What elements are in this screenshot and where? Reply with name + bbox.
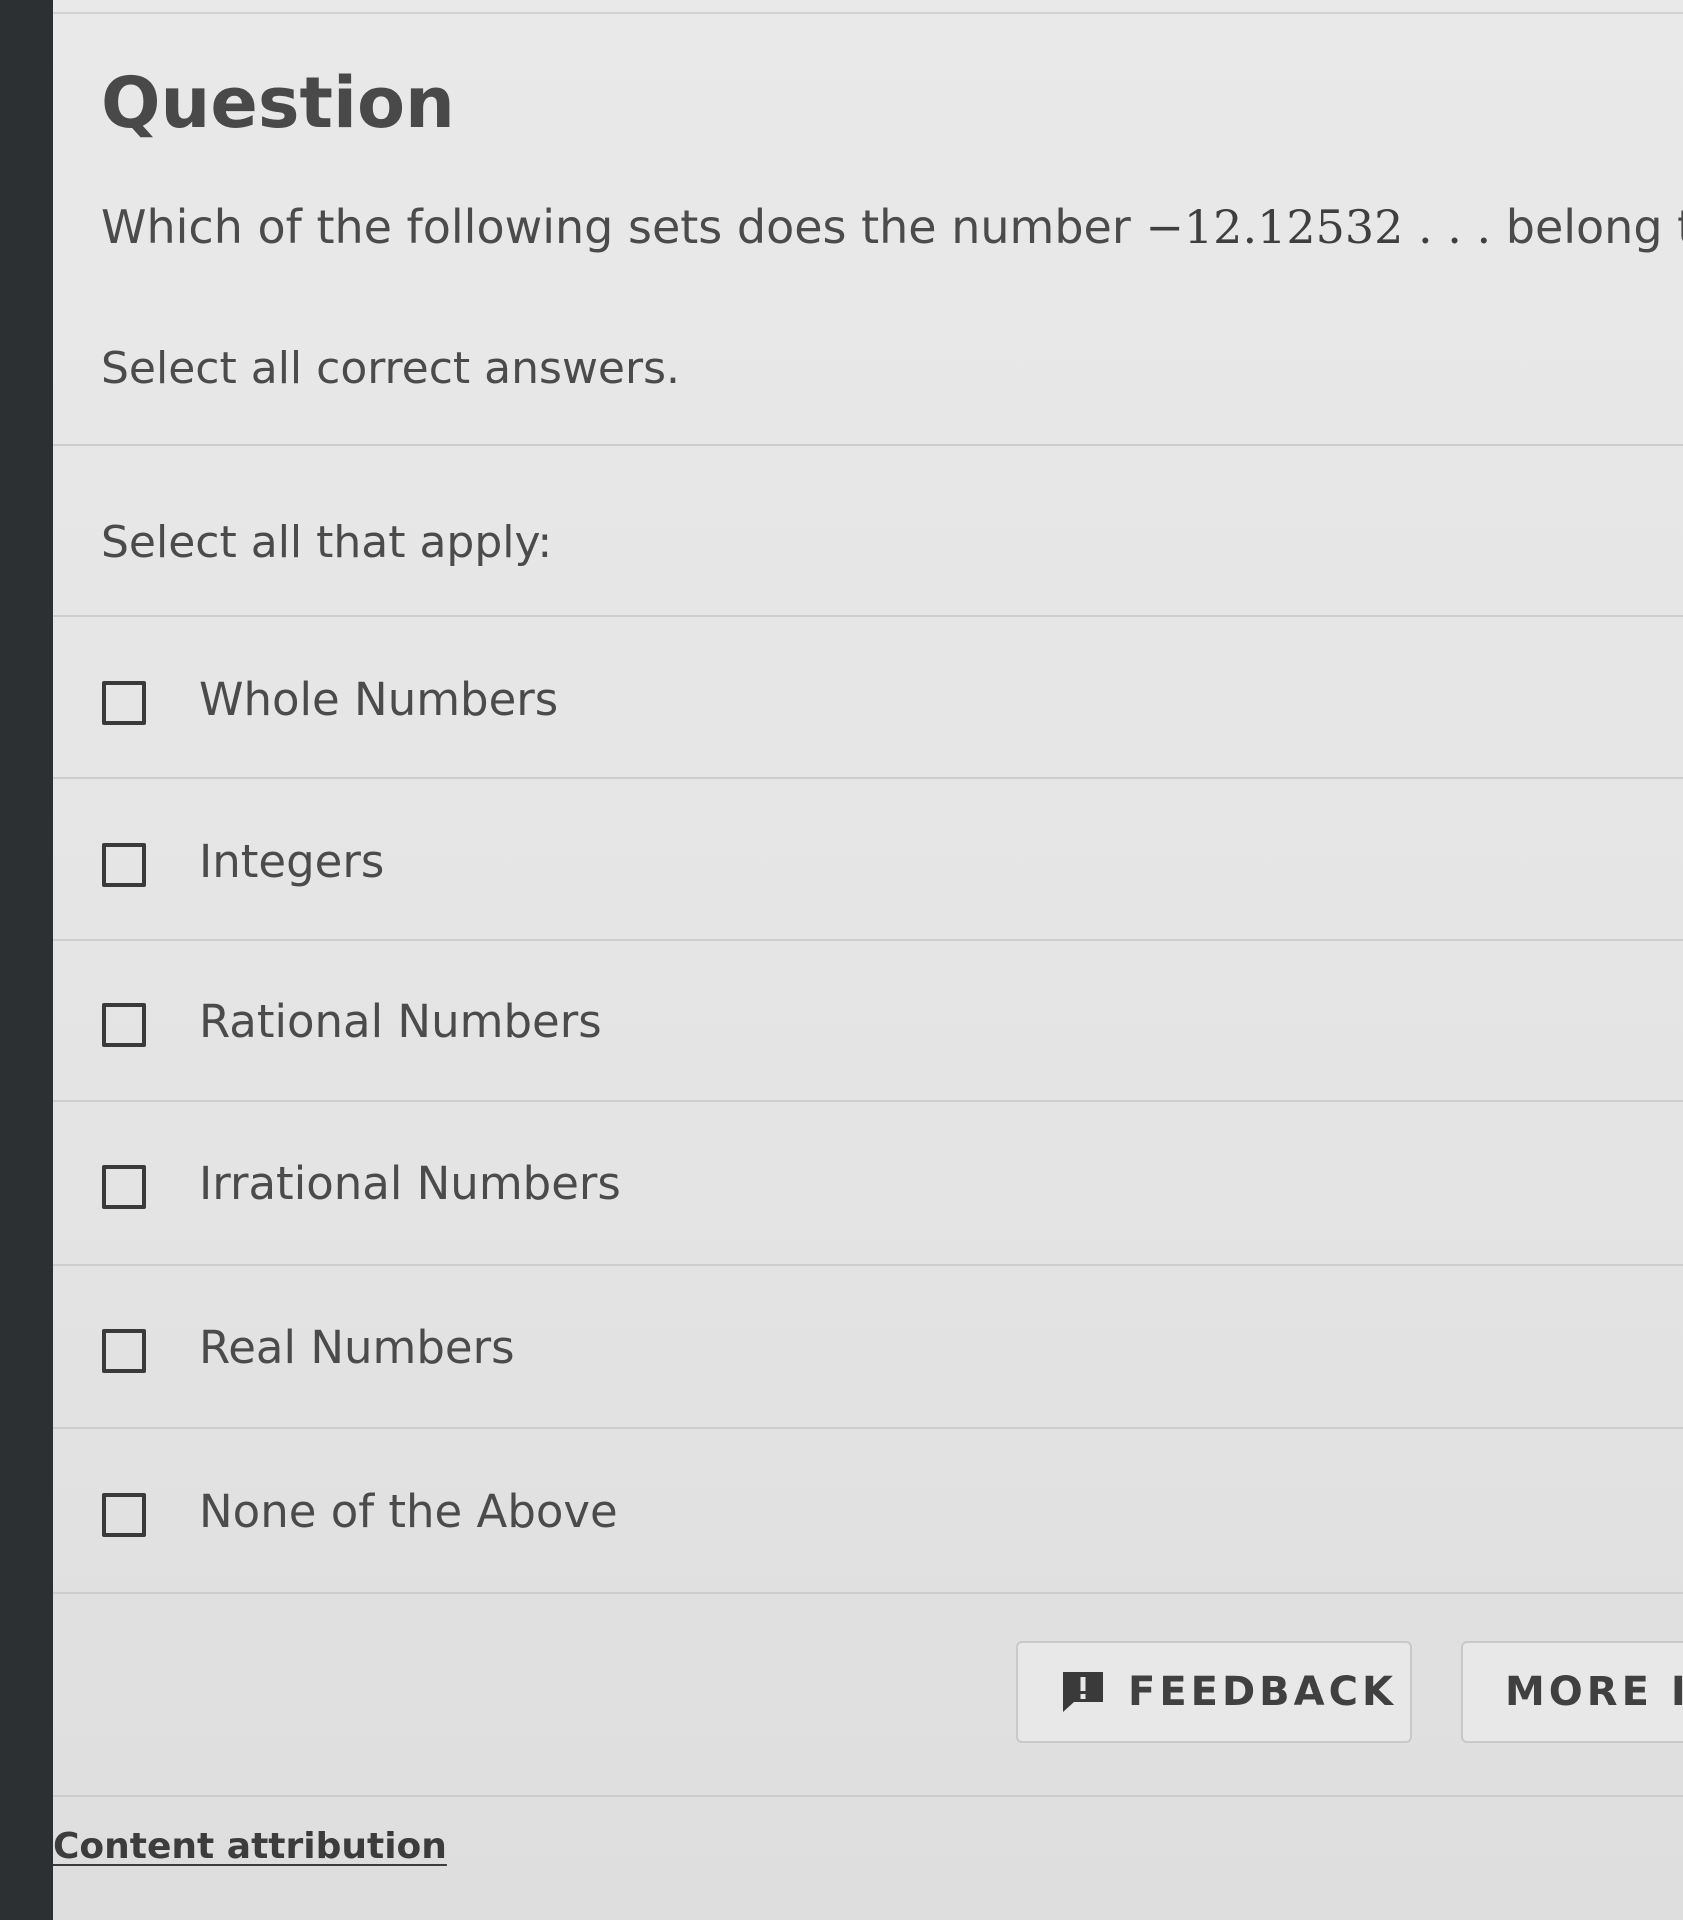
checkbox[interactable] (102, 1329, 146, 1373)
option-whole-numbers[interactable]: Whole Numbers (53, 621, 1683, 781)
divider (53, 1100, 1683, 1102)
checkbox[interactable] (102, 681, 146, 725)
option-label: None of the Above (199, 1485, 618, 1538)
divider (53, 777, 1683, 779)
option-label: Irrational Numbers (199, 1157, 621, 1210)
divider (53, 615, 1683, 617)
option-label: Whole Numbers (199, 673, 559, 726)
top-divider (53, 12, 1683, 14)
prompt-text-after: belong to? (1505, 200, 1683, 254)
option-irrational-numbers[interactable]: Irrational Numbers (53, 1105, 1683, 1265)
prompt-number: −12.12532 . . . (1145, 200, 1492, 254)
option-integers[interactable]: Integers (53, 783, 1683, 943)
checkbox[interactable] (102, 1493, 146, 1537)
select-all-label: Select all that apply: (101, 517, 553, 568)
more-button-label: MORE IN (1505, 1669, 1683, 1715)
option-rational-numbers[interactable]: Rational Numbers (53, 943, 1683, 1103)
option-real-numbers[interactable]: Real Numbers (53, 1269, 1683, 1429)
checkbox[interactable] (102, 843, 146, 887)
divider (53, 444, 1683, 446)
question-prompt: Which of the following sets does the num… (101, 202, 1683, 253)
left-sidebar (0, 0, 53, 1920)
option-label: Integers (199, 835, 385, 888)
divider (53, 1795, 1683, 1797)
divider (53, 1592, 1683, 1594)
feedback-button[interactable]: FEEDBACK (1016, 1641, 1412, 1743)
option-label: Rational Numbers (199, 995, 602, 1048)
checkbox[interactable] (102, 1165, 146, 1209)
divider (53, 1264, 1683, 1266)
divider (53, 939, 1683, 941)
more-button[interactable]: MORE IN (1461, 1641, 1683, 1743)
page-title: Question (101, 62, 455, 144)
feedback-icon (1063, 1672, 1103, 1712)
feedback-button-label: FEEDBACK (1128, 1669, 1397, 1715)
option-label: Real Numbers (199, 1321, 515, 1374)
divider (53, 1427, 1683, 1429)
option-none-of-the-above[interactable]: None of the Above (53, 1433, 1683, 1593)
question-instruction: Select all correct answers. (101, 343, 681, 394)
content-attribution-link[interactable]: Content attribution (53, 1826, 447, 1867)
checkbox[interactable] (102, 1003, 146, 1047)
prompt-text-before: Which of the following sets does the num… (101, 200, 1146, 254)
